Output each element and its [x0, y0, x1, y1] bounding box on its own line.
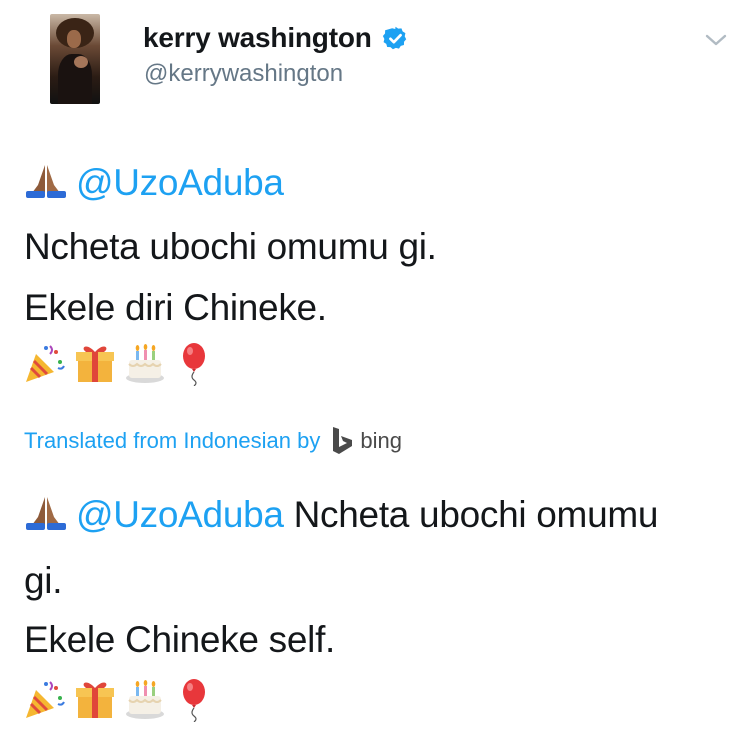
translated-line-2: Ekele Chineke self. [24, 619, 336, 660]
mention-link[interactable]: @UzoAduba [76, 494, 284, 535]
gift-icon [76, 682, 114, 718]
mention-link[interactable]: @UzoAduba [76, 162, 284, 203]
bing-icon [333, 427, 353, 454]
bing-logo[interactable]: bing [330, 426, 402, 456]
tweet-text-line-1: Ncheta ubochi omumu gi. [24, 226, 437, 267]
folded-hands-icon [26, 497, 66, 530]
emoji-row [22, 340, 218, 386]
birthday-cake-icon [126, 344, 164, 383]
avatar[interactable] [50, 14, 100, 104]
tweet-card: kerry washington @kerrywashington @UzoAd… [0, 0, 750, 750]
gift-icon [76, 346, 114, 382]
verified-badge-icon [382, 26, 406, 49]
translated-line-1: @UzoAduba Ncheta ubochi omumu [24, 494, 658, 536]
bing-wordmark: bing [360, 428, 402, 453]
chevron-down-icon[interactable] [704, 30, 728, 50]
balloon-icon [183, 343, 205, 386]
balloon-icon [183, 679, 205, 722]
party-popper-icon [26, 345, 65, 382]
translation-label[interactable]: Translated from Indonesian by [24, 428, 320, 454]
translated-emoji-row [22, 676, 218, 722]
translated-line-wrap: gi. [24, 560, 63, 601]
translation-attribution[interactable]: Translated from Indonesian by bing [24, 426, 402, 456]
birthday-cake-icon [126, 680, 164, 719]
party-popper-icon [26, 681, 65, 718]
tweet-mention-line: @UzoAduba [24, 162, 284, 204]
translated-text: Ncheta ubochi omumu [293, 494, 659, 535]
folded-hands-icon [26, 165, 66, 198]
display-name-text[interactable]: kerry washington [143, 22, 372, 54]
display-name[interactable]: kerry washington [143, 22, 409, 54]
user-handle[interactable]: @kerrywashington [144, 60, 343, 88]
tweet-text-line-2: Ekele diri Chineke. [24, 287, 327, 328]
